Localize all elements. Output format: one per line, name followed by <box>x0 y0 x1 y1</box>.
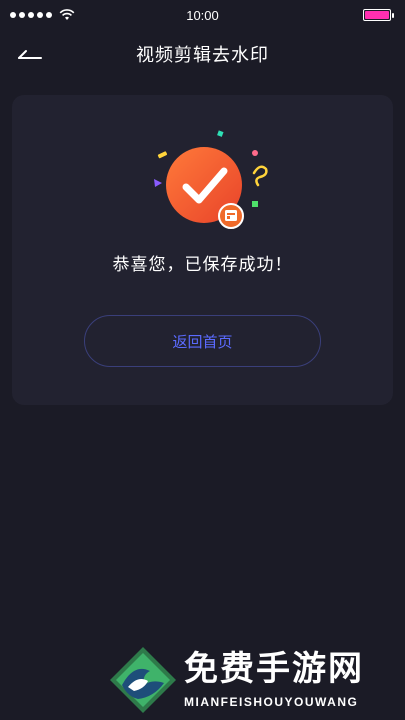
site-watermark: 免费手游网 MIANFEISHOUYOUWANG <box>108 645 398 720</box>
watermark-logo-icon <box>110 647 176 713</box>
confetti-squiggle-icon <box>252 165 268 187</box>
signal-dot <box>19 12 25 18</box>
status-bar: 10:00 <box>0 0 405 30</box>
success-card: 恭喜您，已保存成功！ 返回首页 <box>12 95 393 405</box>
battery-icon <box>363 9 394 21</box>
confetti-green-icon <box>252 201 258 207</box>
page-title: 视频剪辑去水印 <box>136 45 269 65</box>
app-screen: 10:00 视频剪辑去水印 恭喜您，已保存成功！ 返回首页 免费手游网 MIAN… <box>0 0 405 720</box>
wifi-icon <box>59 9 75 20</box>
signal-dot <box>10 12 16 18</box>
back-button[interactable] <box>14 40 46 68</box>
success-illustration <box>154 130 268 229</box>
signal-dot <box>37 12 43 18</box>
confetti-teal-icon <box>217 130 224 137</box>
signal-indicator <box>10 9 75 21</box>
watermark-title: 免费手游网 <box>184 649 364 689</box>
signal-dot <box>46 12 52 18</box>
confetti-yellow-icon <box>157 151 168 159</box>
battery-level <box>365 11 389 19</box>
nav-bar: 视频剪辑去水印 <box>0 34 405 74</box>
watermark-subtitle: MIANFEISHOUYOUWANG <box>184 695 359 709</box>
back-arrow-icon <box>18 50 42 59</box>
success-message: 恭喜您，已保存成功！ <box>112 255 293 274</box>
confetti-pink-icon <box>252 150 258 156</box>
signal-dot <box>28 12 34 18</box>
confetti-triangle-icon <box>154 179 162 187</box>
return-home-button[interactable]: 返回首页 <box>84 315 321 367</box>
